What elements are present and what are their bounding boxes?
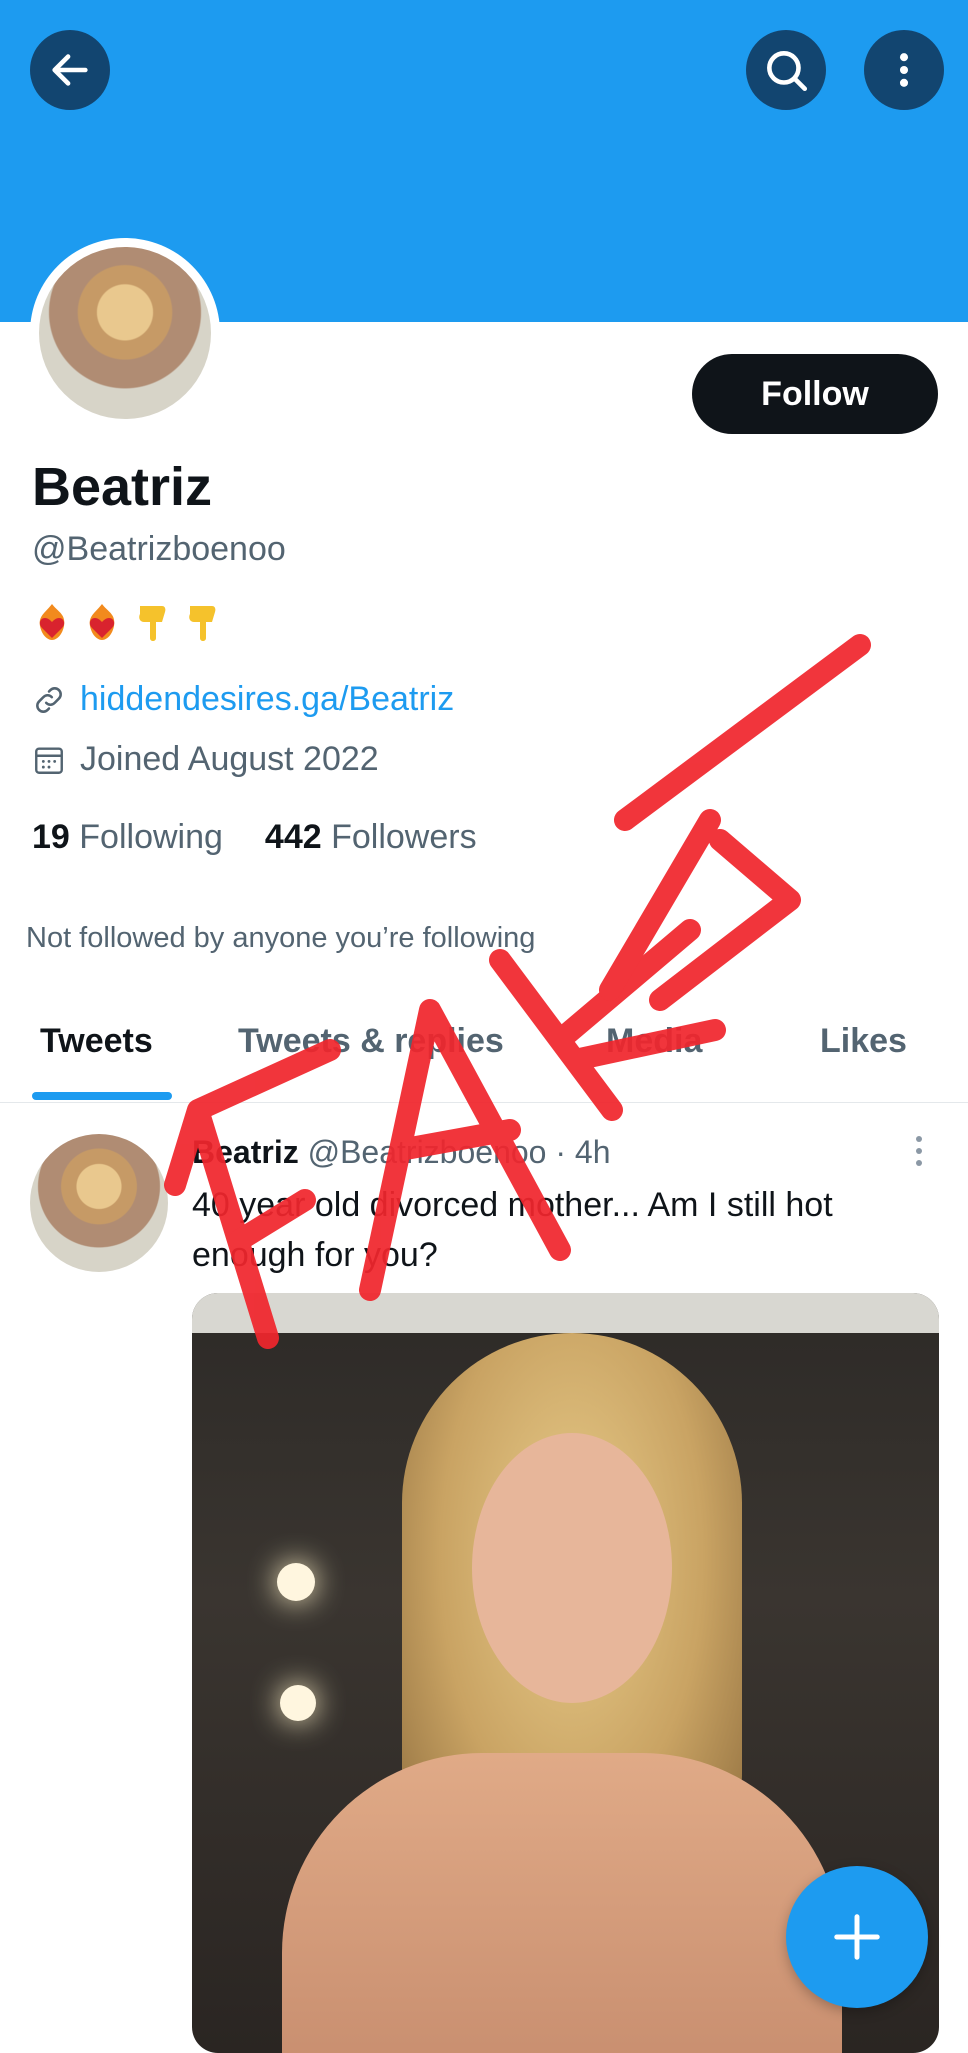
following-count: 19 <box>32 818 70 856</box>
plus-icon <box>834 1914 880 1960</box>
tweet-author-name[interactable]: Beatriz <box>192 1134 299 1170</box>
more-vertical-icon <box>899 53 909 87</box>
pointing-down-emoji <box>139 606 166 641</box>
tab-tweets-replies[interactable]: Tweets & replies <box>238 1022 504 1061</box>
tweet-author-handle: @Beatrizboenoo <box>307 1134 547 1170</box>
fire-heart-emoji <box>39 604 65 640</box>
calendar-icon <box>35 746 63 774</box>
back-button[interactable] <box>30 30 110 110</box>
tab-likes[interactable]: Likes <box>820 1022 907 1061</box>
avatar-photo <box>39 247 211 419</box>
photo-face <box>472 1433 672 1703</box>
photo-body <box>282 1753 842 2053</box>
follow-stats: 19 Following 442 Followers <box>32 818 477 857</box>
media-top-strip <box>192 1293 939 1333</box>
follow-button[interactable]: Follow <box>692 354 938 434</box>
profile-avatar[interactable] <box>30 238 220 428</box>
profile-name: Beatriz <box>32 457 213 517</box>
bio-emojis <box>32 600 222 644</box>
joined-row: Joined August 2022 <box>32 740 379 779</box>
search-icon <box>767 51 808 92</box>
tab-media[interactable]: Media <box>606 1022 702 1061</box>
following-stat[interactable]: 19 Following <box>32 818 223 857</box>
search-button[interactable] <box>746 30 826 110</box>
compose-tweet-button[interactable] <box>786 1866 928 2008</box>
tweet-time: 4h <box>574 1134 611 1170</box>
profile-handle: @Beatrizboenoo <box>32 530 286 568</box>
followers-label: Followers <box>331 818 477 856</box>
followers-count: 442 <box>264 818 322 856</box>
followers-stat[interactable]: 442 Followers <box>265 818 477 857</box>
following-label: Following <box>79 818 223 856</box>
pointing-down-emoji <box>189 606 216 641</box>
profile-tabs: Tweets Tweets & replies Media Likes <box>0 1012 968 1103</box>
more-button[interactable] <box>864 30 944 110</box>
tweet-more-icon[interactable] <box>912 1134 926 1168</box>
arrow-left-icon <box>52 54 88 86</box>
not-followed-notice: Not followed by anyone you’re following <box>26 922 536 954</box>
tweet-header: Beatriz @Beatrizboenoo · 4h <box>192 1134 610 1171</box>
active-tab-indicator <box>32 1092 172 1100</box>
tweet-text: 40 year old divorced mother... Am I stil… <box>192 1186 833 1274</box>
website-row: hiddendesires.ga/Beatriz <box>32 680 454 719</box>
joined-date: Joined August 2022 <box>80 740 379 778</box>
link-icon <box>36 686 62 713</box>
lamp-light <box>277 1563 315 1601</box>
tab-tweets[interactable]: Tweets <box>40 1022 153 1061</box>
tweet-separator: · <box>555 1134 566 1170</box>
fire-heart-emoji <box>89 604 115 640</box>
lamp-light <box>280 1685 316 1721</box>
tweet-avatar[interactable] <box>30 1134 168 1272</box>
website-link[interactable]: hiddendesires.ga/Beatriz <box>80 680 454 719</box>
